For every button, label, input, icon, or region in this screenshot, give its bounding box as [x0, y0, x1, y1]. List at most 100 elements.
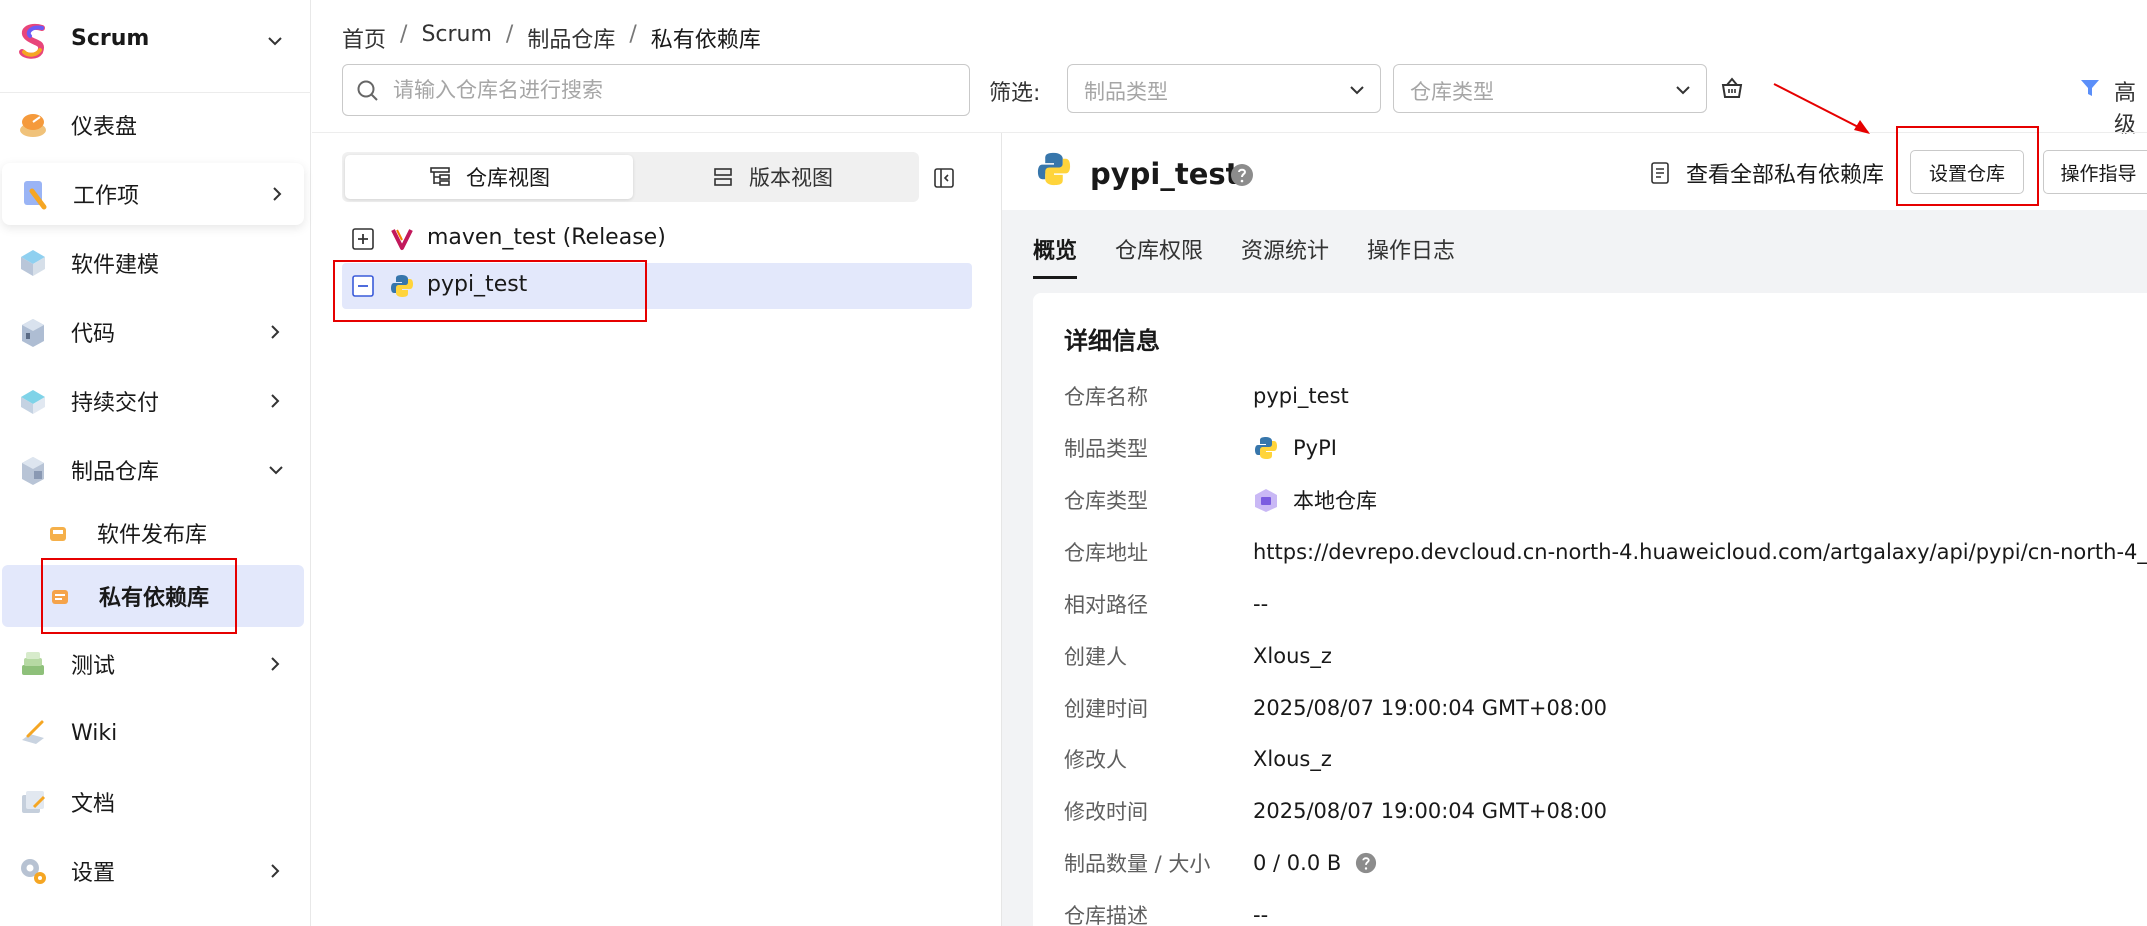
advanced-filter-icon[interactable] — [2078, 76, 2102, 100]
dashboard-icon — [20, 114, 46, 137]
version-view-label: 版本视图 — [749, 166, 833, 190]
project-switcher[interactable]: Scrum — [0, 0, 311, 93]
modeling-icon — [21, 250, 45, 276]
collapse-panel-icon[interactable] — [932, 166, 956, 190]
breadcrumb-project[interactable]: Scrum — [421, 22, 491, 54]
annotation-arrow-icon — [1773, 83, 1870, 134]
sidebar-item-label: 私有依赖库 — [99, 586, 210, 611]
python-icon — [1255, 437, 1277, 459]
sidebar-item-label: 设置 — [71, 861, 116, 886]
sidebar-item-label: 制品仓库 — [71, 460, 160, 485]
tab-operation-log[interactable]: 操作日志 — [1367, 233, 1455, 279]
info-value-text: -- — [1253, 903, 1269, 926]
info-value: Xlous_z — [1253, 644, 1332, 668]
sidebar-item-dashboard[interactable]: 仪表盘 — [0, 94, 304, 156]
info-key: 修改时间 — [1064, 800, 1148, 824]
version-view-tab[interactable]: 版本视图 — [628, 155, 916, 199]
python-icon — [391, 275, 413, 297]
tree-item-label: maven_test (Release) — [427, 225, 666, 250]
sidebar-item-label: 测试 — [71, 654, 116, 679]
sidebar: Scrum 仪表盘 工作项 软件建模 代码 持续交付 制品仓库 软件发布库 私有… — [0, 0, 311, 926]
filter-label: 筛选: — [989, 81, 1041, 106]
sidebar-subitem-release-repo[interactable]: 软件发布库 — [0, 502, 304, 564]
breadcrumb-artifact-repo[interactable]: 制品仓库 — [527, 22, 615, 54]
python-icon — [1037, 152, 1071, 186]
breadcrumb-separator: / — [400, 22, 408, 47]
operation-guide-button[interactable]: 操作指导 — [2043, 150, 2147, 194]
info-value: Xlous_z — [1253, 747, 1332, 771]
info-key: 制品类型 — [1064, 437, 1148, 461]
repo-search-box[interactable] — [342, 64, 970, 116]
tab-permissions[interactable]: 仓库权限 — [1115, 233, 1203, 279]
repo-view-tab[interactable]: 仓库视图 — [345, 155, 633, 199]
info-key: 仓库名称 — [1064, 385, 1148, 409]
workitems-icon — [24, 181, 47, 210]
testing-icon — [22, 652, 44, 675]
repo-settings-button[interactable]: 设置仓库 — [1910, 150, 2024, 194]
expand-icon[interactable] — [352, 228, 374, 250]
sidebar-item-wiki[interactable]: Wiki — [0, 702, 304, 764]
help-icon[interactable] — [1230, 163, 1254, 187]
chevron-down-icon — [1676, 86, 1690, 95]
divider — [312, 132, 2147, 133]
sidebar-item-label: 软件发布库 — [97, 523, 208, 548]
info-value-text: 0 / 0.0 B — [1253, 851, 1342, 875]
info-value: -- — [1253, 903, 1268, 926]
sidebar-item-delivery[interactable]: 持续交付 — [0, 370, 304, 432]
sidebar-item-modeling[interactable]: 软件建模 — [0, 232, 304, 294]
search-input[interactable] — [393, 73, 953, 107]
info-value: 2025/08/07 19:00:04 GMT+08:00 — [1253, 799, 1607, 823]
chevron-right-icon — [271, 394, 280, 408]
info-key: 制品数量 / 大小 — [1064, 852, 1211, 876]
private-deps-icon — [52, 590, 68, 604]
chevron-down-icon — [269, 466, 283, 475]
sidebar-item-testing[interactable]: 测试 — [0, 633, 304, 695]
sidebar-item-label: 文档 — [71, 792, 116, 817]
sidebar-item-workitems[interactable]: 工作项 — [2, 163, 304, 225]
sidebar-item-code[interactable]: 代码 — [0, 301, 304, 363]
tab-statistics[interactable]: 资源统计 — [1241, 233, 1329, 279]
info-value: PyPI — [1253, 435, 1337, 461]
info-key: 相对路径 — [1064, 593, 1148, 617]
sidebar-item-label: 软件建模 — [71, 253, 160, 278]
info-key: 仓库描述 — [1064, 904, 1148, 926]
breadcrumb: 首页 / Scrum / 制品仓库 / 私有依赖库 — [342, 22, 761, 54]
tab-overview[interactable]: 概览 — [1033, 233, 1078, 279]
info-value[interactable]: https://devrepo.devcloud.cn-north-4.huaw… — [1253, 540, 2147, 564]
help-icon[interactable] — [1355, 852, 1377, 874]
repo-type-select[interactable]: 仓库类型 — [1393, 64, 1707, 113]
repo-view-label: 仓库视图 — [466, 166, 550, 190]
chevron-right-icon — [271, 325, 280, 339]
detail-info-card: 详细信息 仓库名称 pypi_test 制品类型 PyPI 仓库类型 本地仓库 … — [1033, 293, 2147, 926]
advanced-filter-label[interactable]: 高级 — [2114, 75, 2147, 139]
scrum-logo-icon — [16, 22, 50, 59]
tree-view-icon — [430, 167, 450, 186]
repo-title: pypi_test — [1090, 157, 1240, 191]
tree-item-pypi-test[interactable]: pypi_test — [342, 263, 972, 309]
collapse-node-icon[interactable] — [352, 275, 374, 297]
breadcrumb-home[interactable]: 首页 — [342, 22, 386, 54]
select-placeholder: 制品类型 — [1084, 80, 1168, 104]
sidebar-item-settings[interactable]: 设置 — [0, 840, 304, 902]
detail-tabs: 概览 仓库权限 资源统计 操作日志 — [1033, 233, 1455, 279]
view-toggle: 仓库视图 版本视图 — [342, 152, 919, 202]
info-key: 仓库类型 — [1064, 489, 1148, 513]
info-key: 仓库地址 — [1064, 541, 1148, 565]
info-value-text: 本地仓库 — [1293, 489, 1377, 513]
sidebar-item-docs[interactable]: 文档 — [0, 771, 304, 833]
repo-url-text[interactable]: https://devrepo.devcloud.cn-north-4.huaw… — [1253, 540, 2147, 564]
artifact-repo-icon — [22, 457, 44, 485]
sidebar-item-artifact-repo[interactable]: 制品仓库 — [0, 439, 304, 501]
product-type-select[interactable]: 制品类型 — [1067, 64, 1381, 113]
local-repo-icon — [1255, 489, 1277, 512]
info-value-text: Xlous_z — [1253, 644, 1332, 668]
clear-filter-basket-icon[interactable] — [1718, 74, 1746, 102]
info-key: 修改人 — [1064, 748, 1127, 772]
docs-icon — [22, 791, 46, 813]
breadcrumb-separator: / — [505, 22, 514, 47]
tree-item-maven-test[interactable]: maven_test (Release) — [342, 216, 972, 262]
view-all-private-repos-link[interactable]: 查看全部私有依赖库 — [1648, 157, 1884, 189]
sidebar-subitem-private-deps[interactable]: 私有依赖库 — [2, 565, 304, 627]
info-value-text: PyPI — [1293, 436, 1337, 460]
info-value: 0 / 0.0 B — [1253, 851, 1377, 875]
